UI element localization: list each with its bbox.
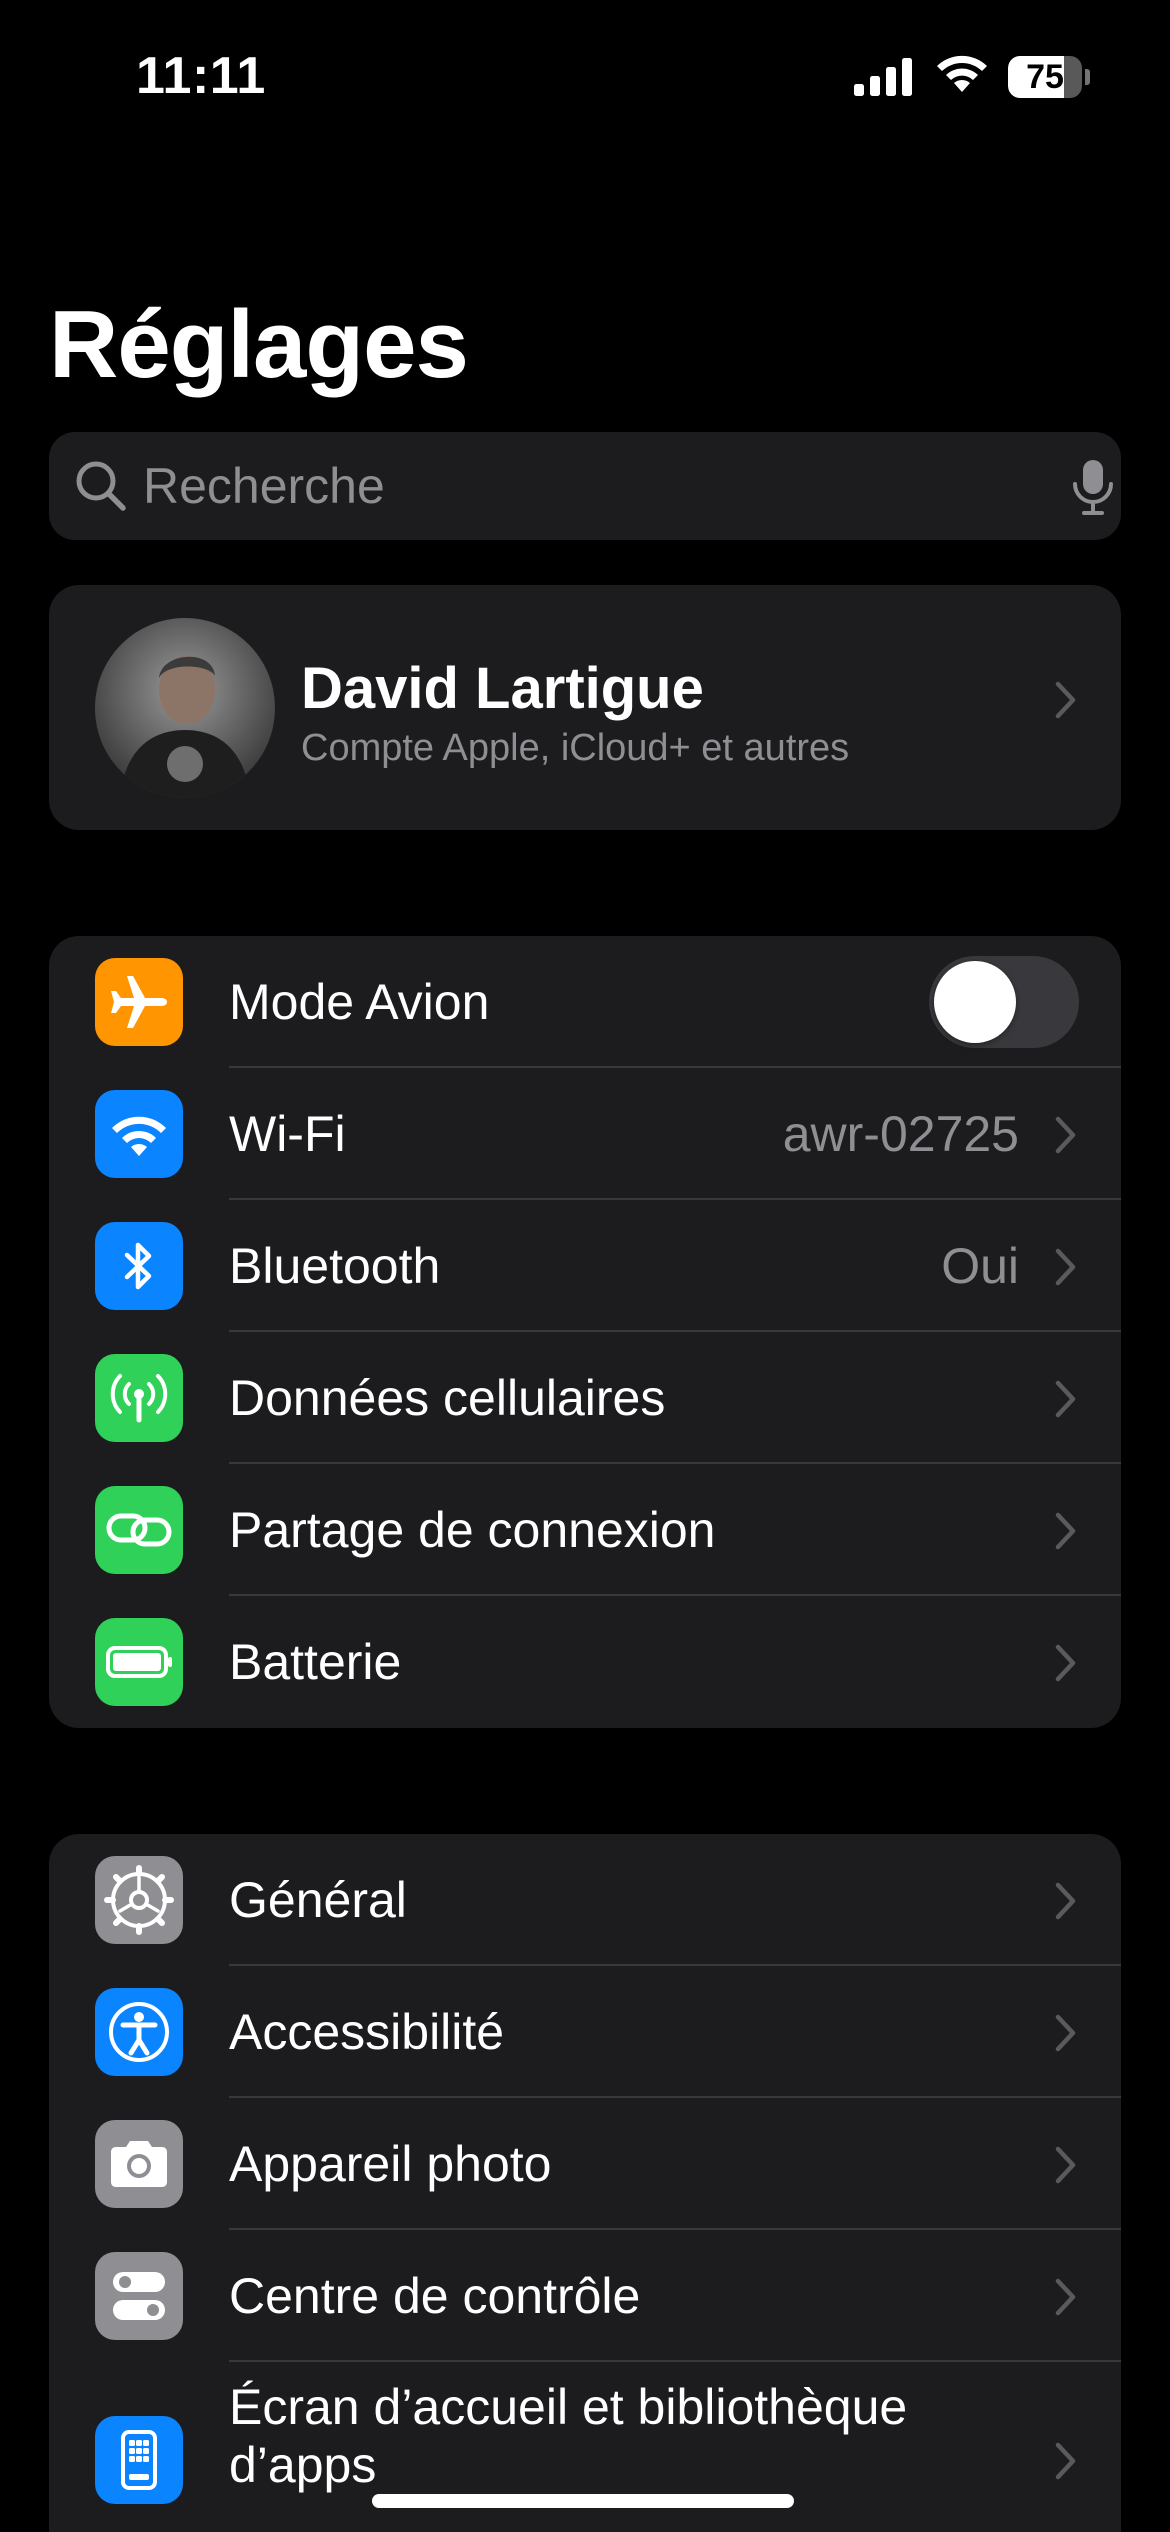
row-bluetooth[interactable]: Bluetooth Oui bbox=[49, 1200, 1121, 1332]
cellular-signal-icon bbox=[854, 58, 912, 96]
airplane-icon bbox=[95, 958, 183, 1046]
battery-status-icon: 75 bbox=[1008, 56, 1090, 98]
battery-body: 75 bbox=[1008, 56, 1082, 98]
status-bar: 11:11 75 bbox=[0, 0, 1170, 150]
chevron-right-icon bbox=[1055, 2146, 1076, 2184]
row-label: Appareil photo bbox=[229, 2136, 552, 2192]
profile-subtitle: Compte Apple, iCloud+ et autres bbox=[301, 727, 850, 769]
magnifying-glass-icon bbox=[76, 461, 126, 511]
row-label: Données cellulaires bbox=[229, 1370, 666, 1426]
avatar bbox=[95, 618, 275, 798]
row-control-center[interactable]: Centre de contrôle bbox=[49, 2230, 1121, 2362]
chevron-right-icon bbox=[1055, 2014, 1076, 2052]
camera-icon bbox=[95, 2120, 183, 2208]
chevron-right-icon bbox=[1055, 1882, 1076, 1920]
gear-icon bbox=[95, 1856, 183, 1944]
apple-account-row[interactable]: David Lartigue Compte Apple, iCloud+ et … bbox=[49, 585, 1121, 830]
microphone-icon[interactable] bbox=[1071, 458, 1115, 516]
page-title: Réglages bbox=[49, 291, 469, 398]
system-group: Général Accessibilité Appareil photo Cen… bbox=[49, 1834, 1121, 2532]
chevron-right-icon bbox=[1055, 2442, 1076, 2480]
chevron-right-icon bbox=[1055, 1644, 1076, 1682]
row-cellular-data[interactable]: Données cellulaires bbox=[49, 1332, 1121, 1464]
row-label: Bluetooth bbox=[229, 1238, 441, 1294]
switches-icon bbox=[95, 2252, 183, 2340]
chevron-right-icon bbox=[1055, 681, 1076, 719]
antenna-icon bbox=[95, 1354, 183, 1442]
chevron-right-icon bbox=[1055, 1512, 1076, 1550]
bluetooth-icon bbox=[95, 1222, 183, 1310]
chevron-right-icon bbox=[1055, 1248, 1076, 1286]
airplane-mode-toggle[interactable] bbox=[929, 956, 1079, 1048]
accessibility-icon bbox=[95, 1988, 183, 2076]
battery-cap bbox=[1085, 69, 1090, 85]
toggle-knob bbox=[934, 961, 1016, 1043]
wifi-icon bbox=[95, 1090, 183, 1178]
row-camera[interactable]: Appareil photo bbox=[49, 2098, 1121, 2230]
profile-name: David Lartigue bbox=[301, 656, 704, 721]
row-wifi[interactable]: Wi-Fi awr-02725 bbox=[49, 1068, 1121, 1200]
search-input[interactable] bbox=[143, 432, 1023, 540]
chevron-right-icon bbox=[1055, 1116, 1076, 1154]
avatar-photo bbox=[95, 618, 275, 798]
row-personal-hotspot[interactable]: Partage de connexion bbox=[49, 1464, 1121, 1596]
status-time: 11:11 bbox=[136, 47, 266, 105]
row-label: Batterie bbox=[229, 1634, 402, 1690]
row-label: Mode Avion bbox=[229, 974, 490, 1030]
wifi-network-value: awr-02725 bbox=[782, 1106, 1019, 1162]
bluetooth-value: Oui bbox=[941, 1238, 1019, 1294]
row-accessibility[interactable]: Accessibilité bbox=[49, 1966, 1121, 2098]
row-label: Accessibilité bbox=[229, 2004, 505, 2060]
battery-level-text: 75 bbox=[1026, 58, 1064, 96]
row-general[interactable]: Général bbox=[49, 1834, 1121, 1966]
wifi-status-icon bbox=[937, 55, 987, 92]
row-airplane-mode[interactable]: Mode Avion bbox=[49, 936, 1121, 1068]
row-battery[interactable]: Batterie bbox=[49, 1596, 1121, 1728]
row-label: Général bbox=[229, 1872, 407, 1928]
row-label: Partage de connexion bbox=[229, 1502, 716, 1558]
settings-screen: 11:11 75 Réglages Recherche David Lartig… bbox=[0, 0, 1170, 2532]
row-label: Wi-Fi bbox=[229, 1106, 346, 1162]
battery-icon bbox=[95, 1618, 183, 1706]
home-indicator[interactable] bbox=[372, 2494, 794, 2508]
chevron-right-icon bbox=[1055, 1380, 1076, 1418]
home-screen-icon bbox=[95, 2416, 183, 2504]
search-bar[interactable] bbox=[49, 432, 1121, 540]
chevron-right-icon bbox=[1055, 2278, 1076, 2316]
row-label: Centre de contrôle bbox=[229, 2268, 641, 2324]
connectivity-group: Mode Avion Wi-Fi awr-02725 Bluetooth Oui… bbox=[49, 936, 1121, 1728]
link-icon bbox=[95, 1486, 183, 1574]
row-label: Écran d’accueil et bibliothèque d’apps bbox=[229, 2379, 908, 2493]
